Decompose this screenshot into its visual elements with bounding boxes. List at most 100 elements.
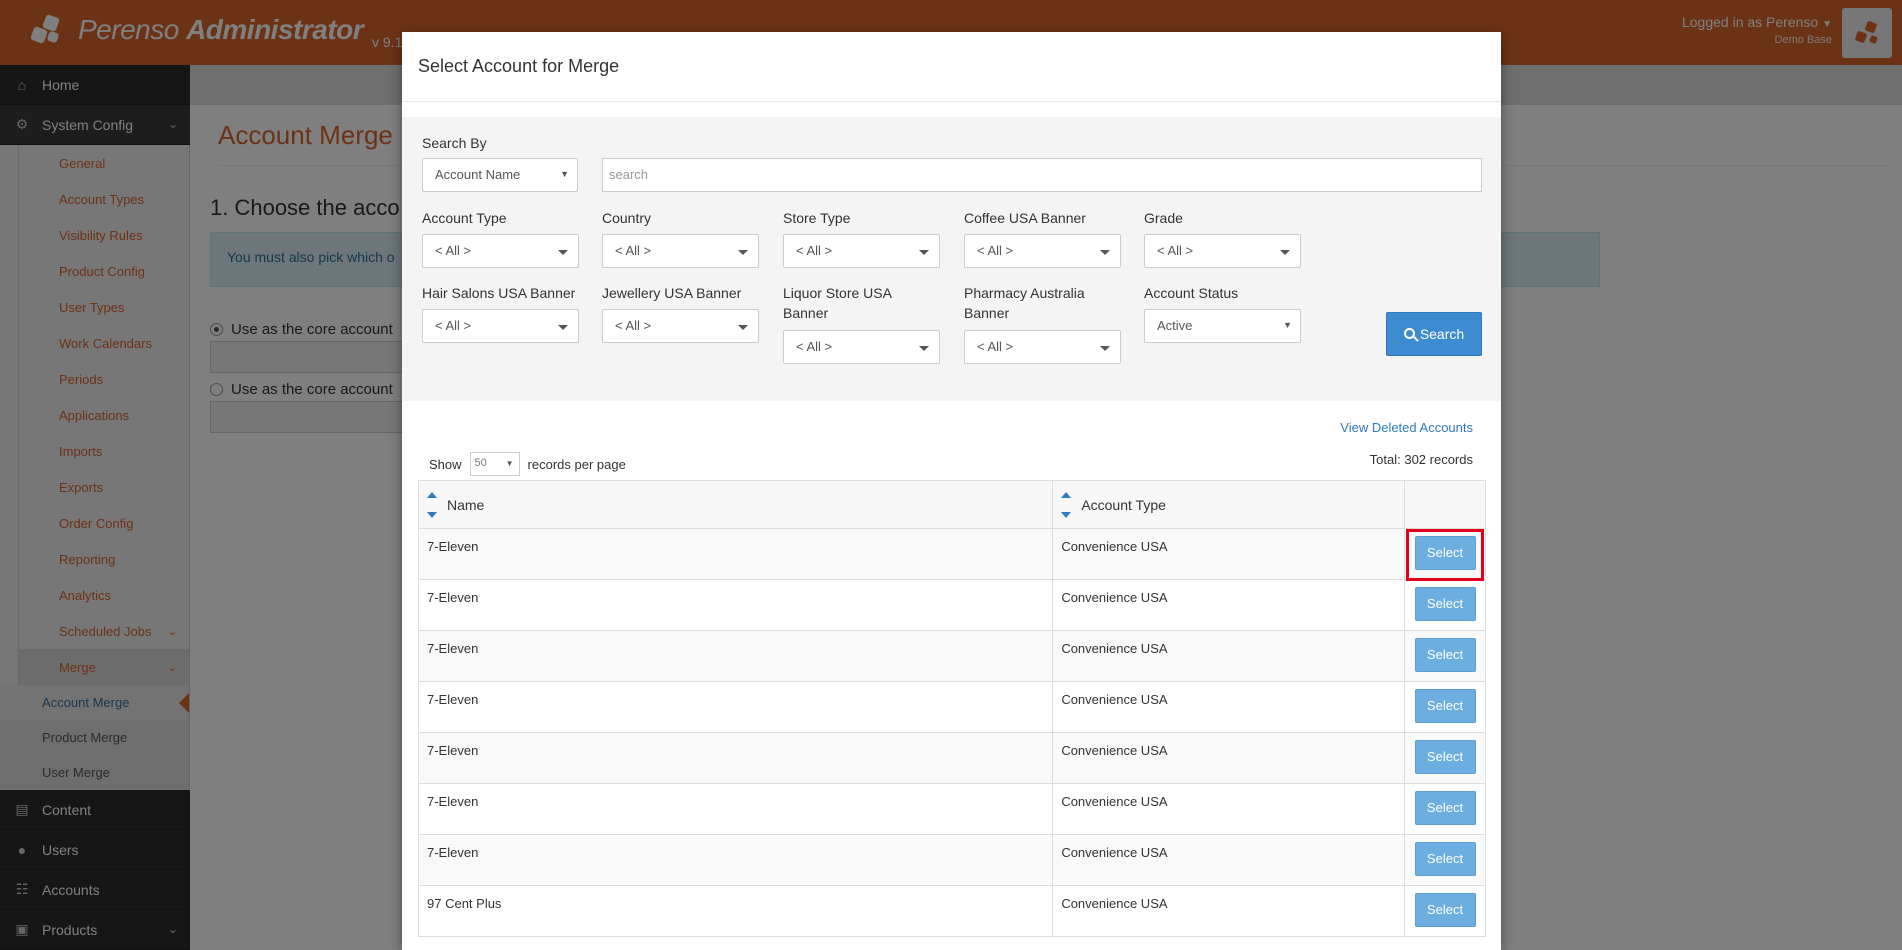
cell-action: Select	[1404, 579, 1486, 631]
grade-label: Grade	[1144, 210, 1183, 226]
cell-action: Select	[1404, 732, 1486, 784]
table-header-row: Name Account Type	[417, 480, 1486, 529]
cell-name: 7-Eleven	[417, 834, 1054, 886]
select-button[interactable]: Select	[1414, 842, 1476, 876]
pharmacy-banner-select[interactable]: < All >	[964, 330, 1121, 364]
caret-down-icon	[738, 325, 748, 330]
caret-down-icon	[919, 346, 929, 351]
search-by-label: Search By	[422, 135, 487, 151]
cell-action: Select	[1404, 681, 1486, 733]
cell-name: 97 Cent Plus	[417, 885, 1054, 937]
sort-icon[interactable]	[1061, 492, 1072, 518]
country-label: Country	[602, 210, 652, 226]
table-row: 7-Eleven Convenience USA Select	[417, 579, 1486, 631]
per-page-label: records per page	[527, 456, 626, 472]
select-value: < All >	[796, 243, 833, 258]
select-button[interactable]: Select	[1414, 536, 1476, 570]
select-value: Active	[1157, 318, 1193, 333]
search-button-label: Search	[1419, 326, 1465, 342]
select-button[interactable]: Select	[1414, 638, 1476, 672]
select-value: < All >	[1157, 243, 1194, 258]
account-status-select[interactable]: Active ▼	[1144, 309, 1301, 343]
select-value: < All >	[977, 243, 1014, 258]
page-size-select[interactable]: 50 ▼	[469, 452, 520, 476]
hair-banner-select[interactable]: < All >	[422, 309, 579, 343]
search-by-select[interactable]: Account Name ▼	[422, 158, 578, 192]
jewellery-banner-label: Jewellery USA Banner	[602, 285, 742, 301]
cell-name: 7-Eleven	[417, 528, 1054, 580]
coffee-banner-select[interactable]: < All >	[964, 234, 1121, 268]
select-button[interactable]: Select	[1414, 689, 1476, 723]
account-type-label: Account Type	[422, 210, 507, 226]
table-row: 7-Eleven Convenience USA Select	[417, 783, 1486, 835]
select-value: Account Name	[435, 167, 521, 182]
select-account-modal: Select Account for Merge Search By Accou…	[402, 32, 1501, 950]
pharmacy-banner-label: Pharmacy Australia Banner	[964, 285, 1085, 321]
caret-down-icon	[558, 325, 568, 330]
select-value: < All >	[615, 318, 652, 333]
liquor-banner-select[interactable]: < All >	[783, 330, 940, 364]
filter-panel: Search By Account Name ▼ search Account T…	[402, 117, 1501, 401]
caret-down-icon	[558, 250, 568, 255]
caret-down-icon	[738, 250, 748, 255]
column-header-actions	[1404, 480, 1486, 529]
cell-account-type: Convenience USA	[1052, 681, 1405, 733]
modal-title: Select Account for Merge	[402, 32, 1501, 102]
column-header-name[interactable]: Name	[417, 480, 1054, 529]
cell-account-type: Convenience USA	[1052, 528, 1405, 580]
select-value: < All >	[615, 243, 652, 258]
select-value: < All >	[435, 243, 472, 258]
country-select[interactable]: < All >	[602, 234, 759, 268]
select-value: < All >	[435, 318, 472, 333]
column-label: Name	[447, 496, 485, 513]
select-button[interactable]: Select	[1414, 740, 1476, 774]
account-type-select[interactable]: < All >	[422, 234, 579, 268]
caret-down-icon	[919, 250, 929, 255]
store-type-label: Store Type	[783, 210, 851, 226]
caret-down-icon: ▼	[560, 169, 569, 179]
coffee-banner-label: Coffee USA Banner	[964, 210, 1086, 226]
column-header-account-type[interactable]: Account Type	[1052, 480, 1405, 529]
page-size-control: Show 50 ▼ records per page	[429, 452, 626, 476]
table-row: 7-Eleven Convenience USA Select	[417, 681, 1486, 733]
cell-account-type: Convenience USA	[1052, 579, 1405, 631]
cell-name: 7-Eleven	[417, 732, 1054, 784]
cell-action: Select	[1404, 630, 1486, 682]
select-button[interactable]: Select	[1414, 893, 1476, 927]
table-row: 7-Eleven Convenience USA Select	[417, 732, 1486, 784]
caret-down-icon	[1100, 250, 1110, 255]
select-button[interactable]: Select	[1414, 791, 1476, 825]
grade-select[interactable]: < All >	[1144, 234, 1301, 268]
select-button[interactable]: Select	[1414, 587, 1476, 621]
view-deleted-accounts-link[interactable]: View Deleted Accounts	[1340, 420, 1473, 435]
cell-account-type: Convenience USA	[1052, 885, 1405, 937]
cell-name: 7-Eleven	[417, 783, 1054, 835]
jewellery-banner-select[interactable]: < All >	[602, 309, 759, 343]
liquor-banner-label: Liquor Store USA Banner	[783, 285, 892, 321]
cell-action: Select	[1404, 783, 1486, 835]
select-value: < All >	[796, 339, 833, 354]
cell-action: Select	[1404, 528, 1486, 580]
table-row: 7-Eleven Convenience USA Select	[417, 528, 1486, 580]
table-row: 7-Eleven Convenience USA Select	[417, 630, 1486, 682]
cell-action: Select	[1404, 834, 1486, 886]
search-input[interactable]: search	[602, 158, 1482, 192]
show-label: Show	[429, 456, 462, 472]
search-icon	[1403, 327, 1415, 339]
cell-name: 7-Eleven	[417, 681, 1054, 733]
store-type-select[interactable]: < All >	[783, 234, 940, 268]
accounts-table: Name Account Type 7-Eleven Convenience US…	[417, 480, 1486, 937]
cell-name: 7-Eleven	[417, 579, 1054, 631]
cell-account-type: Convenience USA	[1052, 783, 1405, 835]
table-row: 97 Cent Plus Convenience USA Select	[417, 885, 1486, 937]
sort-icon[interactable]	[427, 492, 437, 518]
caret-down-icon: ▼	[1283, 320, 1292, 330]
caret-down-icon	[1280, 250, 1290, 255]
caret-down-icon: ▼	[505, 459, 514, 468]
account-status-label: Account Status	[1144, 285, 1239, 301]
cell-account-type: Convenience USA	[1052, 630, 1405, 682]
total-records: Total: 302 records	[1369, 452, 1473, 467]
cell-name: 7-Eleven	[417, 630, 1054, 682]
cell-account-type: Convenience USA	[1052, 732, 1405, 784]
search-button[interactable]: Search	[1386, 312, 1482, 356]
